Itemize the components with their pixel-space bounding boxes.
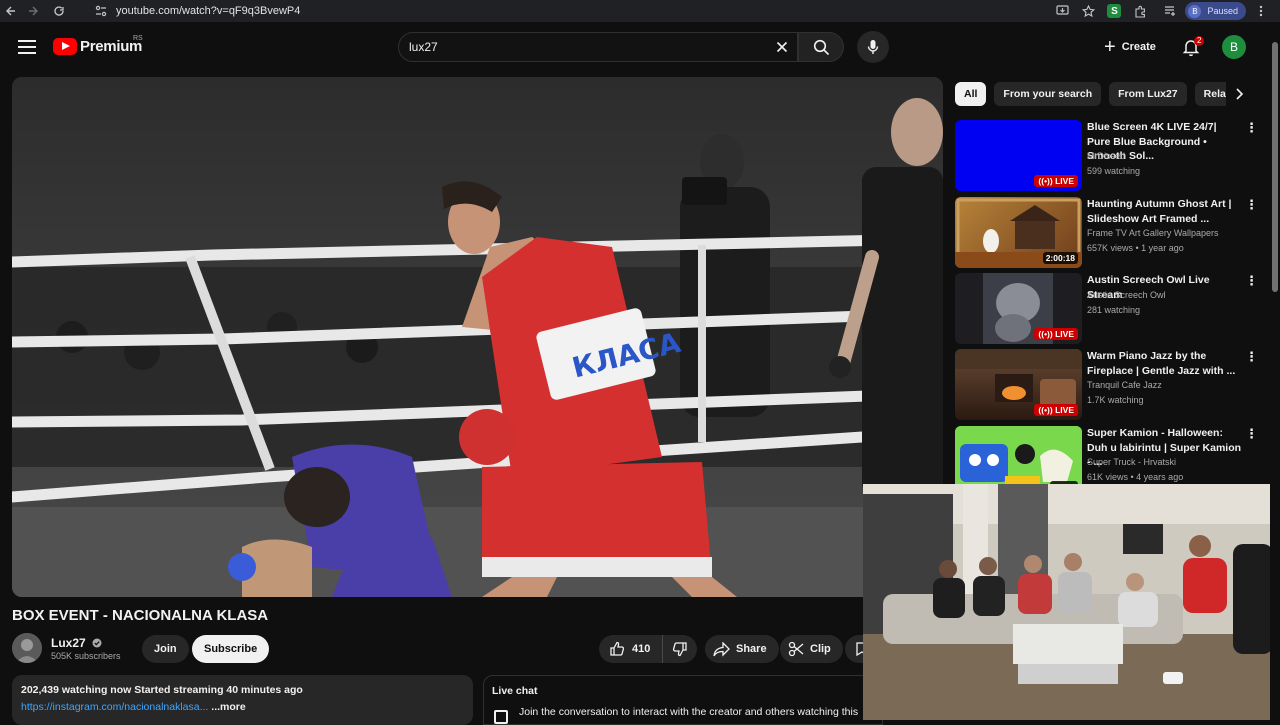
live-chat-message: Join the conversation to interact with t…	[519, 706, 859, 718]
url-text: youtube.com/watch?v=qF9q3BvewP4	[116, 5, 301, 17]
reload-icon[interactable]	[48, 0, 70, 22]
install-app-icon[interactable]	[1051, 0, 1073, 22]
share-icon	[713, 641, 730, 657]
related-chips: All From your search From Lux27 Related	[955, 82, 1255, 106]
description-link[interactable]: https://instagram.com/nacionalnaklasa...	[21, 701, 208, 713]
recommendation-item[interactable]: ((•)) LIVE Austin Screech Owl Live Strea…	[955, 273, 1258, 345]
thumbs-up-icon	[610, 641, 625, 656]
clear-search-icon[interactable]	[771, 36, 793, 58]
subscriber-count: 505K subscribers	[51, 651, 121, 661]
microphone-icon	[867, 40, 879, 54]
recommendation-meta: 61K views • 4 years ago	[1087, 472, 1184, 482]
like-button[interactable]: 410	[599, 635, 663, 663]
recommendation-channel[interactable]: Austin Screech Owl	[1087, 290, 1166, 300]
chevron-right-icon	[1236, 88, 1244, 100]
thumbs-down-icon	[672, 642, 687, 657]
video-title: BOX EVENT - NACIONALNA KLASA	[12, 607, 269, 624]
clip-button[interactable]: Clip	[780, 635, 843, 663]
back-icon[interactable]	[0, 0, 22, 22]
video-player[interactable]: КЛАСА	[12, 77, 943, 597]
forward-icon[interactable]	[22, 0, 44, 22]
account-avatar[interactable]: B	[1222, 35, 1246, 59]
recommendation-meta: 657K views • 1 year ago	[1087, 243, 1184, 253]
search-icon	[813, 39, 829, 55]
profile-status: Paused	[1207, 6, 1238, 16]
video-thumbnail[interactable]: 2:00:18	[955, 197, 1082, 268]
live-chat-header: Live chat	[492, 685, 538, 697]
scissors-icon	[788, 641, 804, 657]
recommendation-item[interactable]: ((•)) LIVE Blue Screen 4K LIVE 24/7| Pur…	[955, 120, 1258, 192]
join-button[interactable]: Join	[142, 635, 189, 663]
site-info-icon[interactable]	[94, 4, 108, 18]
profile-button[interactable]: B Paused	[1185, 2, 1246, 20]
page-scrollbar[interactable]	[1270, 30, 1280, 720]
recommendation-meta: 1.7K watching	[1087, 395, 1144, 405]
video-thumbnail[interactable]: ((•)) LIVE	[955, 120, 1082, 191]
browser-toolbar: youtube.com/watch?v=qF9q3BvewP4 S B Paus…	[0, 0, 1280, 22]
video-thumbnail[interactable]: ((•)) LIVE	[955, 349, 1082, 420]
chip-from-your-search[interactable]: From your search	[994, 82, 1102, 106]
webcam-overlay	[863, 484, 1280, 720]
recommendation-title[interactable]: Warm Piano Jazz by the Fireplace | Gentl…	[1087, 349, 1242, 378]
show-more-button[interactable]: ...more	[211, 701, 245, 713]
recommendation-item[interactable]: ((•)) LIVE Warm Piano Jazz by the Firepl…	[955, 349, 1258, 421]
duration-badge: 2:00:18	[1042, 252, 1078, 264]
plus-icon: +	[1104, 36, 1116, 58]
search-value: lux27	[409, 40, 438, 54]
video-frame: КЛАСА	[12, 77, 943, 597]
extension-s-icon[interactable]: S	[1103, 0, 1125, 22]
youtube-play-icon	[53, 38, 77, 55]
more-options-icon[interactable]: ⋮	[1245, 120, 1258, 138]
live-chat-panel: Live chat Join the conversation to inter…	[483, 675, 883, 725]
create-label: Create	[1121, 41, 1156, 53]
browser-menu-icon[interactable]	[1250, 0, 1272, 22]
guide-menu-icon[interactable]	[18, 40, 36, 54]
notifications-button[interactable]: 2	[1178, 34, 1205, 60]
webcam-frame	[863, 484, 1280, 720]
chat-icon	[494, 710, 508, 724]
more-options-icon[interactable]: ⋮	[1245, 273, 1258, 291]
extensions-puzzle-icon[interactable]	[1129, 0, 1151, 22]
verified-icon	[92, 638, 102, 648]
profile-avatar: B	[1188, 4, 1202, 18]
recommendation-channel[interactable]: Super Truck - Hrvatski	[1087, 457, 1176, 467]
recommendation-meta: 281 watching	[1087, 305, 1141, 315]
voice-search-button[interactable]	[857, 31, 889, 63]
create-button[interactable]: + Create	[1100, 32, 1166, 62]
more-options-icon[interactable]: ⋮	[1245, 349, 1258, 367]
country-code: RS	[133, 35, 143, 42]
video-thumbnail[interactable]: ((•)) LIVE	[955, 273, 1082, 344]
description-box[interactable]: 202,439 watching now Started streaming 4…	[12, 675, 473, 725]
share-button[interactable]: Share	[705, 635, 779, 663]
channel-avatar[interactable]	[12, 633, 42, 663]
recommendation-channel[interactable]: Frame TV Art Gallery Wallpapers	[1087, 228, 1219, 238]
search-button[interactable]	[798, 32, 844, 62]
reading-list-icon[interactable]	[1159, 0, 1181, 22]
live-badge: ((•)) LIVE	[1034, 175, 1078, 187]
recommendation-item[interactable]: 2:00:18 Haunting Autumn Ghost Art | Slid…	[955, 197, 1258, 269]
recommendation-meta: 599 watching	[1087, 166, 1141, 176]
search-input[interactable]: lux27	[398, 32, 798, 62]
chip-all[interactable]: All	[955, 82, 987, 106]
more-options-icon[interactable]: ⋮	[1245, 197, 1258, 215]
recommendation-channel[interactable]: MrDissed	[1087, 151, 1125, 161]
youtube-premium-logo[interactable]: Premium RS	[53, 35, 143, 55]
live-badge: ((•)) LIVE	[1034, 404, 1078, 416]
chip-from-lux27[interactable]: From Lux27	[1109, 82, 1187, 106]
view-stats: 202,439 watching now Started streaming 4…	[21, 684, 303, 696]
like-dislike-group: 410	[599, 635, 697, 663]
youtube-header: Premium RS lux27 + Create 2 B	[0, 22, 1280, 72]
live-badge: ((•)) LIVE	[1034, 328, 1078, 340]
subscribe-button[interactable]: Subscribe	[192, 635, 270, 663]
dislike-button[interactable]	[663, 641, 697, 657]
scrollbar-thumb[interactable]	[1272, 42, 1278, 292]
address-bar[interactable]: youtube.com/watch?v=qF9q3BvewP4	[90, 1, 1025, 21]
channel-name[interactable]: Lux27	[51, 636, 102, 650]
recommendation-channel[interactable]: Tranquil Cafe Jazz	[1087, 380, 1162, 390]
more-options-icon[interactable]: ⋮	[1245, 426, 1258, 444]
chips-next-button[interactable]	[1226, 82, 1252, 106]
like-count: 410	[632, 643, 651, 655]
recommendation-title[interactable]: Haunting Autumn Ghost Art | Slideshow Ar…	[1087, 197, 1242, 226]
bookmark-star-icon[interactable]	[1077, 0, 1099, 22]
